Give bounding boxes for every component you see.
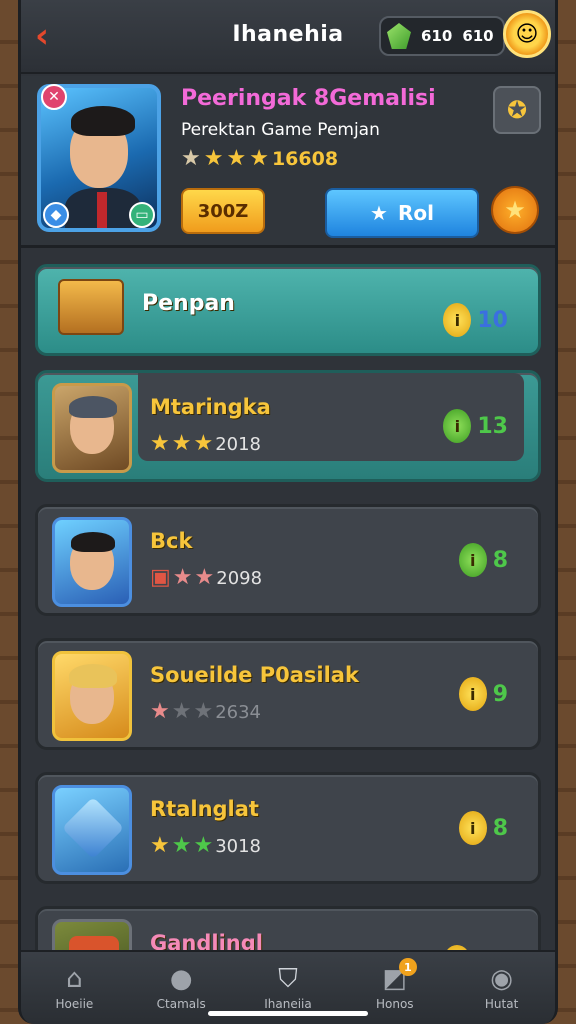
star-icon: ★	[194, 565, 215, 590]
coin-icon: i	[443, 409, 472, 443]
treasure-chest-icon	[58, 279, 124, 335]
star-icon: ★	[150, 431, 170, 456]
star-icon: ★	[150, 833, 170, 858]
close-badge-icon[interactable]: ✕	[41, 84, 67, 110]
currency-b-value: 610	[462, 27, 494, 45]
list-item-title: Penpan	[142, 291, 235, 316]
gem-icon	[387, 23, 411, 49]
profile-rating: ★ ★ ★ ★ 16608	[181, 146, 339, 171]
thumbnail-hair	[69, 396, 117, 418]
level-button[interactable]: 300Z	[181, 188, 265, 234]
star-icon: ★	[370, 201, 388, 225]
star-icon: ★	[203, 146, 224, 171]
list-item-score: i 8	[458, 543, 508, 577]
list-item-rating: ★ ★ ★ 2634	[150, 701, 261, 723]
thumbnail-hair	[71, 532, 115, 552]
star-icon: ★	[249, 146, 269, 171]
profile-rating-value: 16608	[271, 148, 339, 170]
coin-icon: i	[458, 811, 487, 845]
achievement-button[interactable]: ✪	[493, 86, 541, 134]
notification-badge: 1	[398, 958, 417, 976]
list-item-title: Soueilde P0asilak	[150, 663, 359, 687]
coin-icon: i	[443, 303, 472, 337]
list-item-score: i 10	[443, 303, 508, 337]
item-thumbnail	[52, 383, 132, 473]
coin-icon: i	[458, 677, 487, 711]
score-value: 13	[477, 413, 508, 439]
currency-display[interactable]: 610 610	[379, 16, 505, 56]
crystal-icon	[61, 796, 125, 860]
item-thumbnail	[52, 651, 132, 741]
list-item-title: Rtalnglat	[150, 797, 259, 821]
nav-label: Ihaneiia	[264, 997, 312, 1011]
list-item-rating: ★ ★ ★ 2018	[150, 433, 261, 455]
score-value: 8	[492, 815, 508, 841]
player-avatar-icon[interactable]: ☺	[503, 10, 551, 58]
chat-badge-icon[interactable]: ▭	[129, 202, 155, 228]
shield-badge-icon: ◆	[43, 202, 69, 228]
score-value: 10	[477, 307, 508, 333]
rating-value: 2098	[216, 567, 263, 589]
rating-value: 2018	[215, 433, 262, 455]
list-item[interactable]: Rtalnglat ★ ★ ★ 3018 i 8	[35, 772, 541, 884]
coin-icon: i	[458, 543, 487, 577]
nav-label: Honos	[375, 997, 414, 1011]
lock-icon: ▣	[150, 565, 171, 590]
list-item[interactable]: Soueilde P0asilak ★ ★ ★ 2634 i 9	[35, 638, 541, 750]
rating-value: 3018	[215, 835, 262, 857]
star-icon: ★	[193, 833, 214, 858]
thumbnail-hair	[69, 664, 117, 688]
play-button-label: Rol	[397, 201, 434, 225]
star-icon: ★	[181, 146, 201, 171]
portrait-hair	[71, 106, 135, 136]
star-icon: ★	[171, 699, 192, 724]
rating-value: 2634	[215, 701, 262, 723]
user-icon: ●	[169, 964, 193, 994]
list-item-score: i 9	[458, 677, 508, 711]
list-item-title: Bck	[150, 529, 193, 553]
nav-label: Ctamals	[156, 997, 206, 1011]
list-item-rating: ▣ ★ ★ 2098	[150, 567, 262, 589]
score-value: 8	[492, 547, 508, 573]
star-icon: ★	[150, 699, 170, 724]
game-list: Penpan i 10 Mtaringka ★ ★ ★ 2018 i 13 Bc…	[21, 250, 555, 1018]
star-icon: ★	[171, 431, 192, 456]
nav-label: Hoeiie	[55, 997, 94, 1011]
item-thumbnail	[52, 785, 132, 875]
favorite-button[interactable]: ★	[491, 186, 539, 234]
home-indicator[interactable]	[208, 1011, 368, 1016]
main-panel: ‹ Ihanehia 610 610 ☺ ✕ ◆ ▭ Peeringak 8Ge…	[18, 0, 558, 1024]
star-badge-icon: ✪	[506, 96, 528, 124]
list-item-score: i 8	[458, 811, 508, 845]
play-button[interactable]: ★ Rol	[325, 188, 479, 238]
nav-item-profile[interactable]: ◉ Hutat	[462, 956, 542, 1020]
list-item-title: Mtaringka	[150, 395, 271, 419]
star-icon: ★	[172, 565, 193, 590]
item-thumbnail	[52, 517, 132, 607]
star-icon: ★	[193, 699, 214, 724]
currency-a-value: 610	[421, 27, 453, 45]
profile-icon: ◉	[490, 964, 513, 994]
profile-subtitle: Perektan Game Pemjan	[181, 120, 380, 140]
list-item-score: i 13	[443, 409, 508, 443]
bottom-navigation: ⌂ Hoeiie ● Ctamals ⛉ Ihaneiia ◩ 1 Honos …	[21, 950, 555, 1024]
profile-name: Peeringak 8Gemalisi	[181, 86, 436, 111]
star-icon: ★	[226, 146, 247, 171]
nav-label: Hutat	[484, 997, 519, 1011]
star-icon: ★	[193, 431, 214, 456]
top-bar: ‹ Ihanehia 610 610 ☺	[21, 0, 555, 74]
portrait-tie	[97, 192, 107, 228]
home-icon: ⌂	[66, 964, 83, 994]
star-icon: ★	[171, 833, 192, 858]
shield-icon: ⛉	[278, 964, 298, 994]
list-item[interactable]: Mtaringka ★ ★ ★ 2018 i 13	[35, 370, 541, 482]
list-item-rating: ★ ★ ★ 3018	[150, 835, 261, 857]
list-item[interactable]: Bck ▣ ★ ★ 2098 i 8	[35, 504, 541, 616]
nav-item-home[interactable]: ⌂ Hoeiie	[34, 956, 114, 1020]
list-header-item[interactable]: Penpan i 10	[35, 264, 541, 356]
score-value: 9	[492, 681, 508, 707]
profile-card: ✕ ◆ ▭ Peeringak 8Gemalisi Perektan Game …	[21, 76, 555, 248]
star-icon: ★	[504, 196, 526, 224]
